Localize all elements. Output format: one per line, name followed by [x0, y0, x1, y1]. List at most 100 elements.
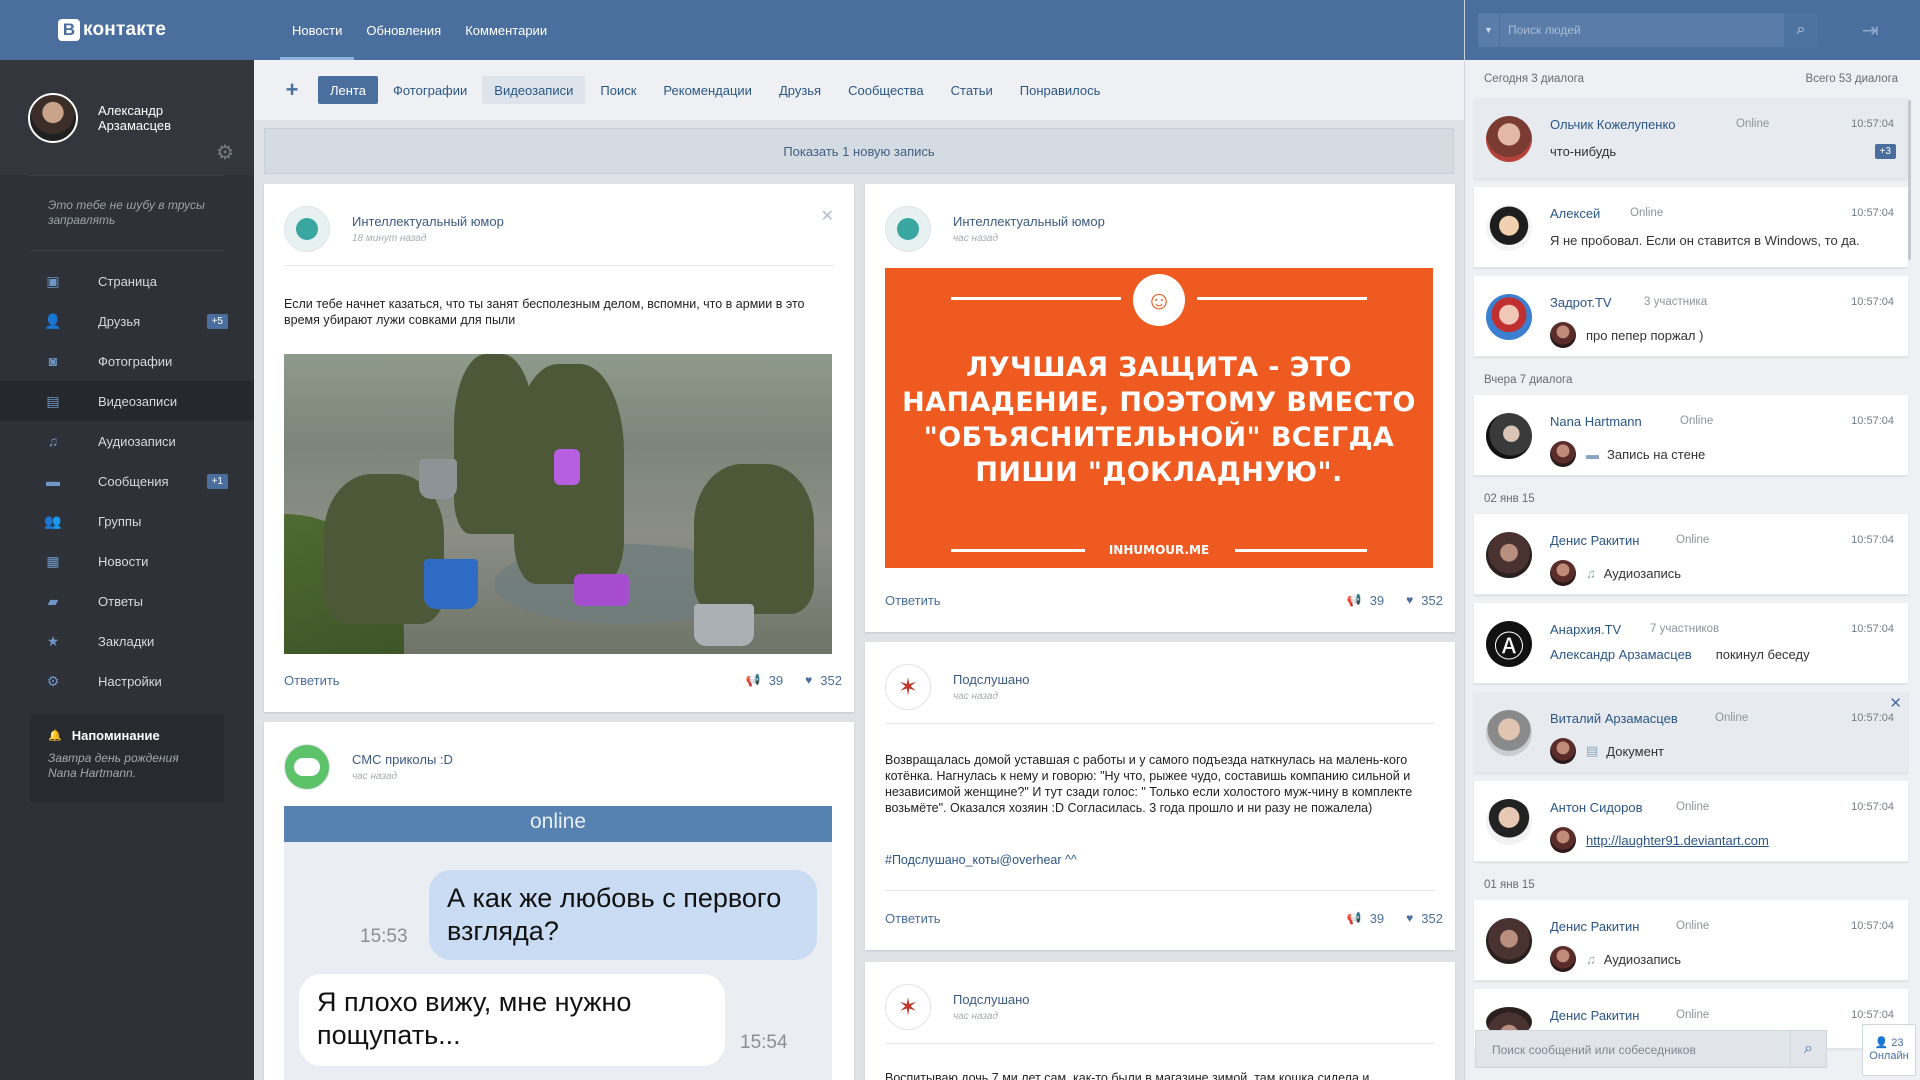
reply-link[interactable]: Ответить — [885, 911, 941, 926]
logo[interactable]: В контакте — [0, 0, 254, 60]
post-image[interactable]: online А как же любовь с первого взгляда… — [284, 806, 832, 1080]
post-hashtag[interactable]: #Подслушано_коты@overhear ^^ — [885, 852, 1435, 868]
avatar[interactable] — [28, 92, 78, 143]
total-dialogs-label[interactable]: Всего 53 диалога — [1806, 73, 1898, 85]
heart-icon[interactable]: ♥ — [1406, 911, 1413, 925]
post-card: Интеллектуальный юмор час назад ☺ ЛУЧШАЯ… — [865, 184, 1455, 632]
people-search-input[interactable] — [1508, 21, 1768, 39]
profile-settings-gear-icon[interactable]: ⚙ — [216, 140, 234, 165]
group-avatar[interactable]: ✶ — [885, 664, 931, 710]
post-author[interactable]: Подслушано — [953, 992, 1030, 1007]
dialog-item[interactable]: Денис Ракитин Online 10:57:04 ♫ Аудиозапи… — [1474, 514, 1908, 595]
megaphone-icon[interactable]: 📢 — [746, 673, 761, 687]
menu-item-photos[interactable]: ◙ Фотографии — [0, 341, 254, 381]
subtab-articles[interactable]: Статьи — [939, 76, 1005, 104]
post-time[interactable]: 18 минут назад — [352, 233, 426, 244]
search-icon[interactable]: ⌕ — [1790, 1031, 1826, 1067]
reply-link[interactable]: Ответить — [284, 673, 340, 688]
dialog-item[interactable]: Алексей Online 10:57:04 Я не пробовал. Е… — [1474, 187, 1908, 268]
dialogs-scrollbar[interactable] — [1908, 100, 1911, 260]
menu-item-bookmarks[interactable]: ★ Закладки — [0, 621, 254, 661]
dialog-time: 10:57:04 — [1851, 623, 1894, 635]
post-time[interactable]: час назад — [953, 691, 998, 702]
avatar — [1486, 205, 1532, 251]
close-icon[interactable]: ✕ — [1889, 694, 1902, 712]
megaphone-icon[interactable]: 📢 — [1347, 911, 1362, 925]
message-search-input[interactable] — [1492, 1041, 1772, 1059]
dialog-name: Nana Hartmann — [1550, 414, 1642, 429]
dialog-status: Online — [1676, 801, 1710, 813]
menu-item-videos[interactable]: ▤ Видеозаписи — [0, 381, 254, 421]
music-note-icon: ♫ — [1586, 565, 1596, 581]
group-avatar[interactable]: ✶ — [885, 984, 931, 1030]
group-avatar[interactable] — [284, 206, 330, 252]
avatar — [1486, 799, 1532, 845]
subtab-search[interactable]: Поиск — [588, 76, 648, 104]
dialog-item[interactable]: Задрот.TV 3 участника 10:57:04 про пепер… — [1474, 276, 1908, 357]
post-time[interactable]: час назад — [953, 1011, 998, 1022]
post-card: ✶ Подслушано час назад Возвращалась домо… — [865, 642, 1455, 950]
dialog-item[interactable]: Денис Ракитин Online 10:57:04 ♫ Аудиозапи… — [1474, 900, 1908, 981]
online-friends-button[interactable]: 👤 23 Онлайн — [1862, 1024, 1916, 1076]
menu-item-settings[interactable]: ⚙ Настройки — [0, 661, 254, 701]
menu-item-news[interactable]: ▦ Новости — [0, 541, 254, 581]
anarchy-logo-icon: Ⓐ — [1486, 621, 1532, 667]
menu-item-friends[interactable]: 👤 Друзья +5 — [0, 301, 254, 341]
dialog-item[interactable]: Антон Сидоров Online 10:57:04 http://lau… — [1474, 781, 1908, 862]
reply-link[interactable]: Ответить — [885, 593, 941, 608]
tab-comments[interactable]: Комментарии — [453, 0, 559, 60]
subtab-friends[interactable]: Друзья — [767, 76, 833, 104]
dialog-time: 10:57:04 — [1851, 207, 1894, 219]
dialog-item[interactable]: Ⓐ Анархия.TV 7 участников 10:57:04 Алекс… — [1474, 603, 1908, 684]
page-icon: ▣ — [46, 272, 60, 289]
post-time[interactable]: час назад — [953, 233, 998, 244]
avatar — [1550, 946, 1576, 972]
menu-item-answers[interactable]: ▰ Ответы — [0, 581, 254, 621]
dialog-item[interactable]: ✕ Виталий Арзамасцев Online 10:57:04 ▤ До… — [1474, 692, 1908, 773]
heart-icon[interactable]: ♥ — [805, 673, 812, 687]
dialog-message-link[interactable]: http://laughter91.deviantart.com — [1586, 833, 1769, 848]
chat-time: 15:53 — [360, 926, 408, 947]
add-filter-plus-icon[interactable]: + — [282, 77, 302, 103]
vk-logo-icon: В — [58, 19, 80, 41]
dialogs-section-header: Сегодня 3 диалога Всего 53 диалога — [1464, 60, 1920, 98]
menu-item-groups[interactable]: 👥 Группы — [0, 501, 254, 541]
reminder-box[interactable]: 🔔 Напоминание Завтра день рождения Nana H… — [30, 714, 224, 802]
group-avatar[interactable] — [284, 744, 330, 790]
profile-status[interactable]: Это тебе не шубу в трусы заправлять — [30, 175, 224, 251]
subtab-videos[interactable]: Видеозаписи — [482, 76, 586, 104]
online-label: Онлайн — [1869, 1050, 1909, 1062]
close-icon[interactable]: ✕ — [821, 206, 834, 226]
post-photo[interactable] — [284, 354, 832, 654]
camera-icon: ◙ — [48, 353, 58, 369]
menu-item-page[interactable]: ▣ Страница — [0, 261, 254, 301]
search-icon[interactable]: ⌕ — [1784, 13, 1818, 47]
subtab-liked[interactable]: Понравилось — [1008, 76, 1113, 104]
subtab-communities[interactable]: Сообщества — [836, 76, 936, 104]
post-author[interactable]: Интеллектуальный юмор — [352, 214, 504, 229]
post-author[interactable]: Подслушано — [953, 672, 1030, 687]
dialog-item[interactable]: Ольчик Кожелупенко Online 10:57:04 что-н… — [1474, 98, 1908, 179]
megaphone-icon[interactable]: 📢 — [1347, 593, 1362, 607]
dialog-item[interactable]: Nana Hartmann Online 10:57:04 ▬ Запись на… — [1474, 395, 1908, 476]
tab-news[interactable]: Новости — [280, 0, 355, 60]
post-author[interactable]: Интеллектуальный юмор — [953, 214, 1105, 229]
post-text: Воспитываю дочь 7 ми лет сам, как-то был… — [885, 1071, 1370, 1080]
people-search: ▼ ⌕ — [1478, 13, 1818, 47]
subtab-recommendations[interactable]: Рекомендации — [651, 76, 764, 104]
logout-icon[interactable]: ⇥ — [1862, 18, 1879, 43]
show-new-posts-button[interactable]: Показать 1 новую запись — [264, 128, 1454, 174]
heart-icon[interactable]: ♥ — [1406, 593, 1413, 607]
chevron-down-icon[interactable]: ▼ — [1478, 13, 1500, 47]
dialog-name: Ольчик Кожелупенко — [1550, 117, 1676, 132]
menu-item-audio[interactable]: ♫ Аудиозаписи — [0, 421, 254, 461]
subtab-photos[interactable]: Фотографии — [381, 76, 479, 104]
tab-updates[interactable]: Обновления — [354, 0, 453, 60]
group-avatar[interactable] — [885, 206, 931, 252]
subtab-feed[interactable]: Лента — [318, 76, 378, 104]
post-image[interactable]: ☺ ЛУЧШАЯ ЗАЩИТА - ЭТО НАПАДЕНИЕ, ПОЭТОМУ… — [885, 268, 1433, 568]
profile-name[interactable]: Александр Арзамасцев — [98, 103, 208, 133]
post-author[interactable]: СМС приколы :D — [352, 752, 453, 767]
menu-item-messages[interactable]: ▬ Сообщения +1 — [0, 461, 254, 501]
post-time[interactable]: час назад — [352, 771, 397, 782]
